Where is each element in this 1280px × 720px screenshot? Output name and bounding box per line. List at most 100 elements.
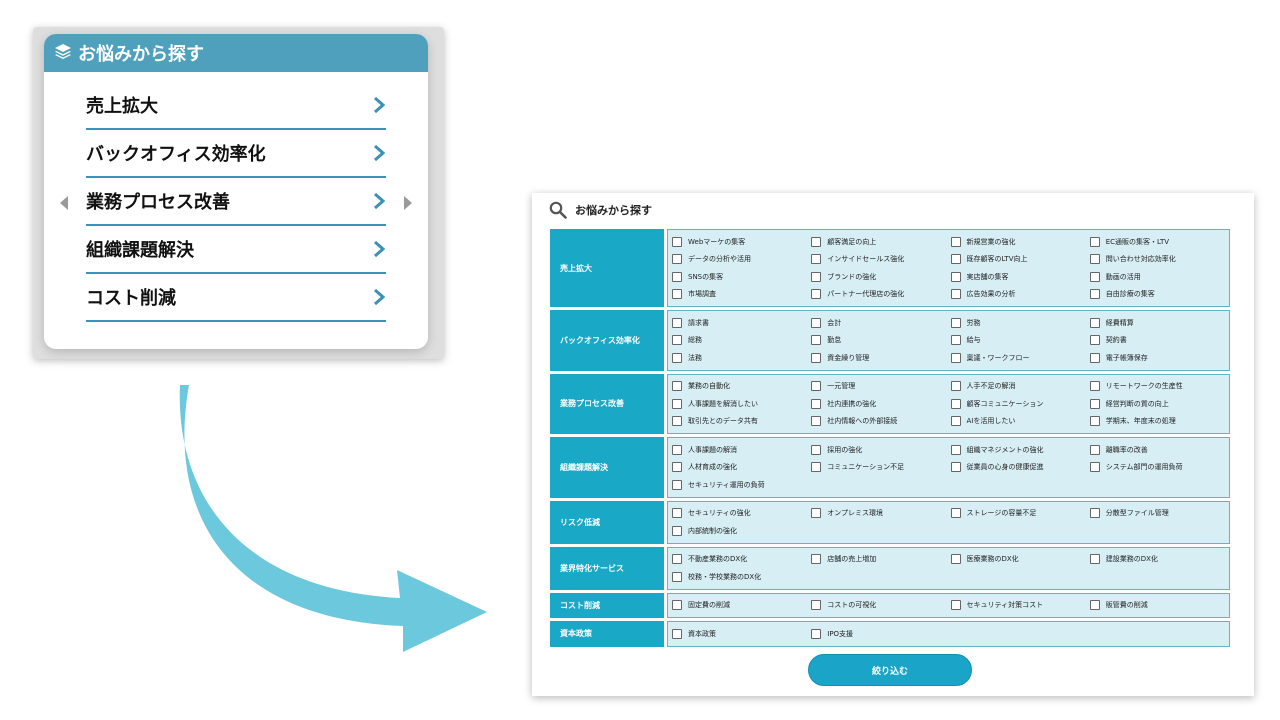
checkbox[interactable]: [672, 317, 682, 328]
checkbox[interactable]: [1089, 508, 1100, 519]
checkbox[interactable]: [672, 571, 682, 582]
filter-option[interactable]: 従業員の心身の健康促進: [950, 459, 1090, 477]
filter-option[interactable]: データの分析や活用: [672, 251, 811, 269]
checkbox[interactable]: [672, 398, 682, 409]
checkbox[interactable]: [811, 335, 822, 346]
checkbox[interactable]: [1089, 600, 1100, 611]
checkbox[interactable]: [811, 317, 822, 328]
filter-option[interactable]: 内部統制の強化: [672, 522, 811, 540]
checkbox[interactable]: [950, 398, 961, 409]
filter-option[interactable]: 校務・学校業務のDX化: [672, 568, 811, 586]
menu-item-organization[interactable]: 組織課題解決: [86, 226, 386, 274]
filter-option[interactable]: AIを活用したい: [950, 413, 1090, 431]
checkbox[interactable]: [950, 271, 961, 282]
checkbox[interactable]: [672, 462, 682, 473]
checkbox[interactable]: [811, 554, 822, 565]
filter-option[interactable]: ブランドの強化: [811, 268, 950, 286]
checkbox[interactable]: [1089, 254, 1100, 265]
filter-option[interactable]: 給与: [950, 332, 1090, 350]
checkbox[interactable]: [811, 289, 822, 300]
checkbox[interactable]: [672, 554, 682, 565]
checkbox[interactable]: [811, 381, 822, 392]
checkbox[interactable]: [811, 444, 822, 455]
filter-option[interactable]: 経営判断の質の向上: [1089, 395, 1229, 413]
filter-option[interactable]: 採用の強化: [811, 441, 950, 459]
filter-option[interactable]: 人手不足の解消: [950, 378, 1090, 396]
checkbox[interactable]: [672, 335, 682, 346]
filter-option[interactable]: 電子帳簿保存: [1089, 349, 1229, 367]
checkbox[interactable]: [672, 479, 682, 490]
filter-option[interactable]: 取引先とのデータ共有: [672, 413, 811, 431]
filter-option[interactable]: オンプレミス環境: [811, 505, 950, 523]
checkbox[interactable]: [950, 317, 961, 328]
filter-option[interactable]: 資本政策: [672, 625, 811, 643]
filter-option[interactable]: 顧客満足の向上: [811, 233, 950, 251]
checkbox[interactable]: [950, 600, 961, 611]
menu-item-sales[interactable]: 売上拡大: [86, 82, 386, 130]
filter-option[interactable]: セキュリティの強化: [672, 505, 811, 523]
carousel-next-icon[interactable]: [404, 196, 412, 210]
checkbox[interactable]: [950, 289, 961, 300]
checkbox[interactable]: [672, 352, 682, 363]
filter-option[interactable]: 資金繰り管理: [811, 349, 950, 367]
filter-option[interactable]: Webマーケの集客: [672, 233, 811, 251]
checkbox[interactable]: [950, 335, 961, 346]
checkbox[interactable]: [1089, 381, 1100, 392]
checkbox[interactable]: [1089, 335, 1100, 346]
checkbox[interactable]: [811, 352, 822, 363]
filter-option[interactable]: コストの可視化: [811, 597, 950, 615]
filter-option[interactable]: 問い合わせ対応効率化: [1089, 251, 1229, 269]
checkbox[interactable]: [950, 352, 961, 363]
checkbox[interactable]: [672, 381, 682, 392]
filter-option[interactable]: 社内情報への外部接続: [811, 413, 950, 431]
filter-option[interactable]: 会計: [811, 314, 950, 332]
filter-option[interactable]: 店舗の売上増加: [811, 551, 950, 569]
filter-option[interactable]: 広告効果の分析: [950, 286, 1090, 304]
checkbox[interactable]: [811, 271, 822, 282]
filter-option[interactable]: リモートワークの生産性: [1089, 378, 1229, 396]
filter-option[interactable]: 学期末、年度末の処理: [1089, 413, 1229, 431]
carousel-prev-icon[interactable]: [60, 196, 68, 210]
checkbox[interactable]: [672, 289, 682, 300]
checkbox[interactable]: [1089, 444, 1100, 455]
menu-item-process[interactable]: 業務プロセス改善: [86, 178, 386, 226]
checkbox[interactable]: [1089, 271, 1100, 282]
filter-option[interactable]: 既存顧客のLTV向上: [950, 251, 1090, 269]
filter-option[interactable]: コミュニケーション不足: [811, 459, 950, 477]
filter-option[interactable]: 人材育成の強化: [672, 459, 811, 477]
filter-option[interactable]: 労務: [950, 314, 1090, 332]
checkbox[interactable]: [950, 508, 961, 519]
checkbox[interactable]: [811, 398, 822, 409]
filter-option[interactable]: SNSの集客: [672, 268, 811, 286]
filter-option[interactable]: 分散型ファイル管理: [1089, 505, 1229, 523]
filter-option[interactable]: 経費精算: [1089, 314, 1229, 332]
filter-option[interactable]: 顧客コミュニケーション: [950, 395, 1090, 413]
filter-option[interactable]: 勤怠: [811, 332, 950, 350]
filter-option[interactable]: 組織マネジメントの強化: [950, 441, 1090, 459]
filter-option[interactable]: 法務: [672, 349, 811, 367]
filter-option[interactable]: 市場調査: [672, 286, 811, 304]
checkbox[interactable]: [1089, 289, 1100, 300]
filter-option[interactable]: セキュリティ対策コスト: [950, 597, 1090, 615]
filter-option[interactable]: 実店舗の集客: [950, 268, 1090, 286]
checkbox[interactable]: [811, 236, 822, 247]
checkbox[interactable]: [672, 236, 682, 247]
filter-option[interactable]: 請求書: [672, 314, 811, 332]
filter-button[interactable]: 絞り込む: [808, 654, 972, 686]
checkbox[interactable]: [950, 254, 961, 265]
filter-option[interactable]: 離職率の改善: [1089, 441, 1229, 459]
checkbox[interactable]: [811, 416, 822, 427]
checkbox[interactable]: [672, 271, 682, 282]
filter-option[interactable]: 建設業務のDX化: [1089, 551, 1229, 569]
checkbox[interactable]: [1089, 554, 1100, 565]
checkbox[interactable]: [950, 381, 961, 392]
filter-option[interactable]: 人事課題を解消したい: [672, 395, 811, 413]
checkbox[interactable]: [1089, 416, 1100, 427]
filter-option[interactable]: システム部門の運用負荷: [1089, 459, 1229, 477]
filter-option[interactable]: IPO支援: [811, 625, 950, 643]
checkbox[interactable]: [950, 444, 961, 455]
checkbox[interactable]: [811, 508, 822, 519]
menu-item-cost[interactable]: コスト削減: [86, 274, 386, 322]
filter-option[interactable]: 販管費の削減: [1089, 597, 1229, 615]
filter-option[interactable]: 動画の活用: [1089, 268, 1229, 286]
